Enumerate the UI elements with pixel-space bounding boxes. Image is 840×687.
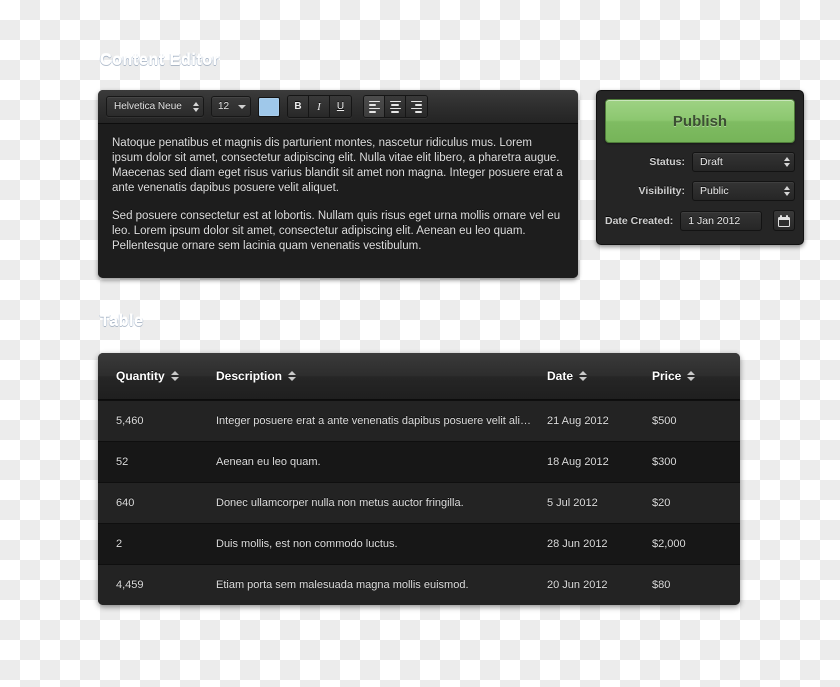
status-value: Draft [700, 156, 723, 168]
align-center-icon [389, 100, 401, 113]
date-created-input[interactable]: 1 Jan 2012 [680, 210, 763, 231]
column-header-quantity[interactable]: Quantity [116, 369, 216, 383]
table-row[interactable]: 2 Duis mollis, est non commodo luctus. 2… [98, 523, 740, 564]
date-created-value: 1 Jan 2012 [688, 214, 741, 227]
visibility-select[interactable]: Public [692, 181, 795, 201]
stepper-icon [784, 157, 790, 167]
column-header-label: Date [547, 369, 574, 383]
cell-description: Integer posuere erat a ante venenatis da… [216, 415, 545, 427]
cell-quantity: 52 [116, 456, 129, 468]
cell-date: 5 Jul 2012 [547, 497, 598, 509]
text-color-swatch[interactable] [258, 96, 280, 117]
align-left-icon [368, 100, 380, 113]
cell-price: $2,000 [652, 538, 686, 550]
align-left-button[interactable] [364, 96, 385, 117]
cell-quantity: 4,459 [116, 579, 144, 591]
cell-description: Duis mollis, est non commodo luctus. [216, 538, 398, 550]
editor-paragraph: Sed posuere consectetur est at lobortis.… [112, 210, 561, 252]
align-right-icon [411, 100, 422, 113]
data-table: Quantity Description Date Price 5,460 In… [98, 353, 740, 605]
column-header-label: Description [216, 369, 283, 383]
date-created-label: Date Created: [605, 214, 674, 227]
publish-button[interactable]: Publish [605, 99, 795, 143]
column-header-description[interactable]: Description [216, 369, 547, 383]
italic-button[interactable]: I [309, 96, 330, 117]
sort-icon [170, 371, 179, 381]
table-row[interactable]: 4,459 Etiam porta sem malesuada magna mo… [98, 564, 740, 605]
column-header-label: Price [652, 369, 682, 383]
calendar-icon [778, 214, 791, 227]
underline-button[interactable]: U [330, 96, 351, 117]
cell-date: 20 Jun 2012 [547, 579, 608, 591]
column-header-price[interactable]: Price [652, 369, 722, 383]
sort-icon [579, 371, 588, 381]
cell-price: $500 [652, 415, 677, 427]
chevron-down-icon [238, 104, 246, 109]
text-align-button-group [363, 95, 428, 118]
editor-paragraph: Natoque penatibus et magnis dis parturie… [112, 137, 563, 194]
content-editor-panel: Helvetica Neue 12 B I U Natoque penatibu… [98, 90, 578, 278]
cell-date: 18 Aug 2012 [547, 456, 609, 468]
font-size-select[interactable]: 12 [211, 96, 251, 117]
font-family-value: Helvetica Neue [114, 101, 182, 112]
stepper-icon [784, 186, 790, 196]
cell-quantity: 2 [116, 538, 123, 550]
editor-toolbar: Helvetica Neue 12 B I U [98, 90, 578, 124]
sort-icon [288, 371, 297, 381]
column-header-date[interactable]: Date [547, 369, 652, 383]
table-row[interactable]: 5,460 Integer posuere erat a ante venena… [98, 400, 740, 441]
cell-description: Donec ullamcorper nulla non metus auctor… [216, 497, 464, 509]
publish-panel: Publish Status: Draft Visibility: Public… [596, 90, 804, 245]
align-right-button[interactable] [406, 96, 427, 117]
page-title-content-editor: Content Editor [100, 52, 220, 69]
cell-quantity: 5,460 [116, 415, 144, 427]
font-family-select[interactable]: Helvetica Neue [106, 96, 204, 117]
visibility-field-row: Visibility: Public [605, 181, 795, 201]
visibility-label: Visibility: [638, 185, 686, 197]
cell-quantity: 640 [116, 497, 135, 509]
cell-date: 21 Aug 2012 [547, 415, 609, 427]
cell-description: Etiam porta sem malesuada magna mollis e… [216, 579, 469, 591]
cell-price: $20 [652, 497, 671, 509]
editor-text-area[interactable]: Natoque penatibus et magnis dis parturie… [98, 124, 578, 278]
align-center-button[interactable] [385, 96, 406, 117]
sort-icon [687, 371, 696, 381]
date-created-field-row: Date Created: 1 Jan 2012 [605, 210, 795, 231]
cell-date: 28 Jun 2012 [547, 538, 608, 550]
cell-price: $300 [652, 456, 677, 468]
column-header-label: Quantity [116, 369, 165, 383]
status-field-row: Status: Draft [605, 152, 795, 172]
status-label: Status: [649, 156, 685, 168]
cell-description: Aenean eu leo quam. [216, 456, 321, 468]
table-header-row: Quantity Description Date Price [98, 353, 740, 400]
calendar-picker-button[interactable] [773, 210, 795, 231]
table-row[interactable]: 640 Donec ullamcorper nulla non metus au… [98, 482, 740, 523]
cell-price: $80 [652, 579, 671, 591]
bold-button[interactable]: B [288, 96, 309, 117]
page-title-table: Table [100, 313, 144, 330]
table-row[interactable]: 52 Aenean eu leo quam. 18 Aug 2012 $300 [98, 441, 740, 482]
text-style-button-group: B I U [287, 95, 352, 118]
stepper-icon [193, 101, 199, 112]
visibility-value: Public [700, 185, 729, 197]
status-select[interactable]: Draft [692, 152, 795, 172]
font-size-value: 12 [218, 101, 230, 112]
